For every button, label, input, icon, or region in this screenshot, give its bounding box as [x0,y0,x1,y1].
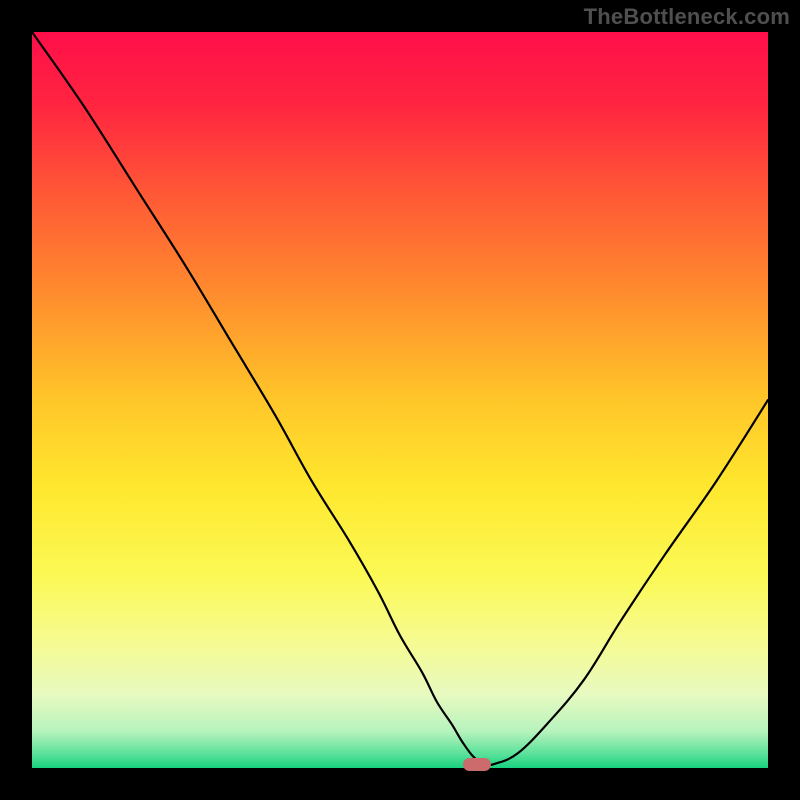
plot-area [32,32,768,768]
chart-svg [32,32,768,768]
chart-frame: TheBottleneck.com [0,0,800,800]
watermark-text: TheBottleneck.com [584,4,790,30]
optimum-marker [463,758,491,771]
gradient-fill [32,32,768,768]
